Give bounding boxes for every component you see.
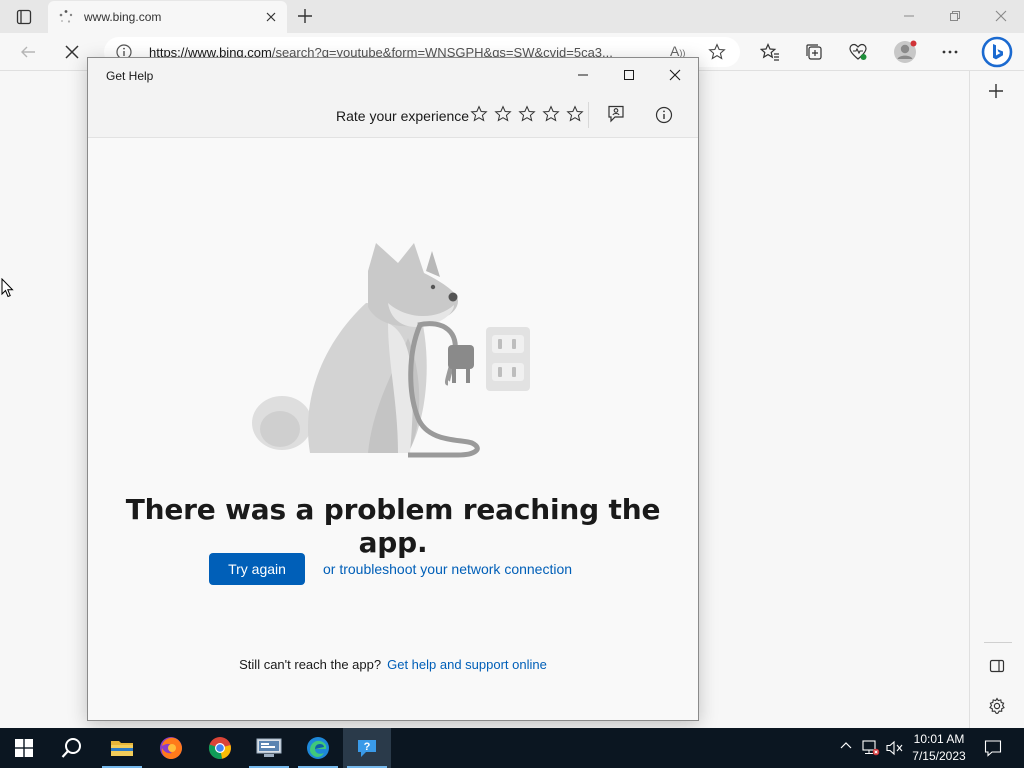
search-icon[interactable] [48, 728, 96, 768]
unplugged-dog-illustration [248, 243, 538, 458]
info-icon[interactable] [655, 106, 673, 124]
back-arrow-icon[interactable] [16, 40, 40, 64]
new-tab-icon[interactable] [296, 7, 314, 25]
rate-experience-label: Rate your experience [336, 108, 470, 124]
taskbar: ? 10:01 AM 7/15/2023 [0, 728, 1024, 768]
network-status-icon[interactable] [862, 740, 880, 756]
error-heading: There was a problem reaching the app. [125, 493, 661, 559]
bing-copilot-icon[interactable] [980, 35, 1014, 69]
star-icon[interactable] [494, 105, 512, 123]
favorites-icon[interactable] [758, 40, 782, 64]
rating-stars [470, 105, 584, 123]
favorite-star-icon[interactable] [708, 43, 726, 61]
star-icon[interactable] [542, 105, 560, 123]
close-window-icon[interactable] [978, 0, 1024, 32]
edge-sidebar [969, 71, 1024, 728]
browser-tab[interactable]: www.bing.com [48, 1, 287, 33]
sidebar-add-icon[interactable] [988, 83, 1004, 99]
restore-icon[interactable] [932, 0, 978, 32]
hide-sidebar-icon[interactable] [989, 658, 1005, 674]
get-help-header: Rate your experience [88, 92, 698, 138]
browser-window-controls [886, 0, 1024, 32]
star-icon[interactable] [518, 105, 536, 123]
get-help-taskbar-icon[interactable]: ? [343, 728, 391, 768]
network-app-icon[interactable] [245, 728, 293, 768]
tab-close-icon[interactable] [265, 11, 277, 23]
settings-gear-icon[interactable] [988, 697, 1006, 715]
notifications-icon[interactable] [984, 739, 1002, 757]
firefox-icon[interactable] [147, 728, 195, 768]
tab-title: www.bing.com [84, 10, 162, 24]
star-icon[interactable] [566, 105, 584, 123]
collections-icon[interactable] [802, 40, 826, 64]
chrome-icon[interactable] [196, 728, 244, 768]
file-explorer-icon[interactable] [98, 728, 146, 768]
browser-essentials-icon[interactable] [846, 40, 870, 64]
sidebar-divider [984, 642, 1012, 643]
get-help-body: There was a problem reaching the app. Tr… [88, 139, 698, 720]
edge-icon[interactable] [294, 728, 342, 768]
system-clock[interactable]: 10:01 AM 7/15/2023 [904, 731, 974, 765]
loading-spinner-icon [58, 9, 74, 25]
tab-strip: www.bing.com [0, 0, 1024, 33]
clock-date: 7/15/2023 [912, 749, 966, 763]
try-again-button[interactable]: Try again [209, 553, 305, 585]
still-cant-reach-text: Still can't reach the app? [239, 657, 382, 672]
minimize-icon[interactable] [560, 58, 606, 92]
more-menu-icon[interactable] [938, 40, 962, 64]
support-online-link[interactable]: Get help and support online [387, 657, 547, 672]
stop-loading-icon[interactable] [60, 40, 84, 64]
minimize-icon[interactable] [886, 0, 932, 32]
svg-text:?: ? [364, 741, 371, 753]
tab-actions-icon[interactable] [8, 6, 40, 28]
start-windows-icon[interactable] [0, 728, 48, 768]
mouse-cursor-icon [1, 278, 15, 298]
show-hidden-icons-chevron-icon[interactable] [840, 740, 852, 752]
close-icon[interactable] [652, 58, 698, 92]
get-help-window: Get Help Rate your experience There was … [87, 57, 699, 721]
support-row: Still can't reach the app? Get help and s… [88, 657, 698, 672]
maximize-icon[interactable] [606, 58, 652, 92]
star-icon[interactable] [470, 105, 488, 123]
get-help-titlebar[interactable]: Get Help [88, 58, 698, 92]
window-title: Get Help [106, 69, 154, 83]
header-divider [588, 102, 589, 128]
profile-avatar[interactable] [890, 37, 920, 67]
clock-time: 10:01 AM [913, 732, 965, 746]
troubleshoot-network-link[interactable]: or troubleshoot your network connection [323, 561, 572, 577]
feedback-icon[interactable] [606, 104, 626, 124]
volume-muted-icon[interactable] [886, 740, 904, 756]
get-help-window-controls [560, 58, 698, 92]
